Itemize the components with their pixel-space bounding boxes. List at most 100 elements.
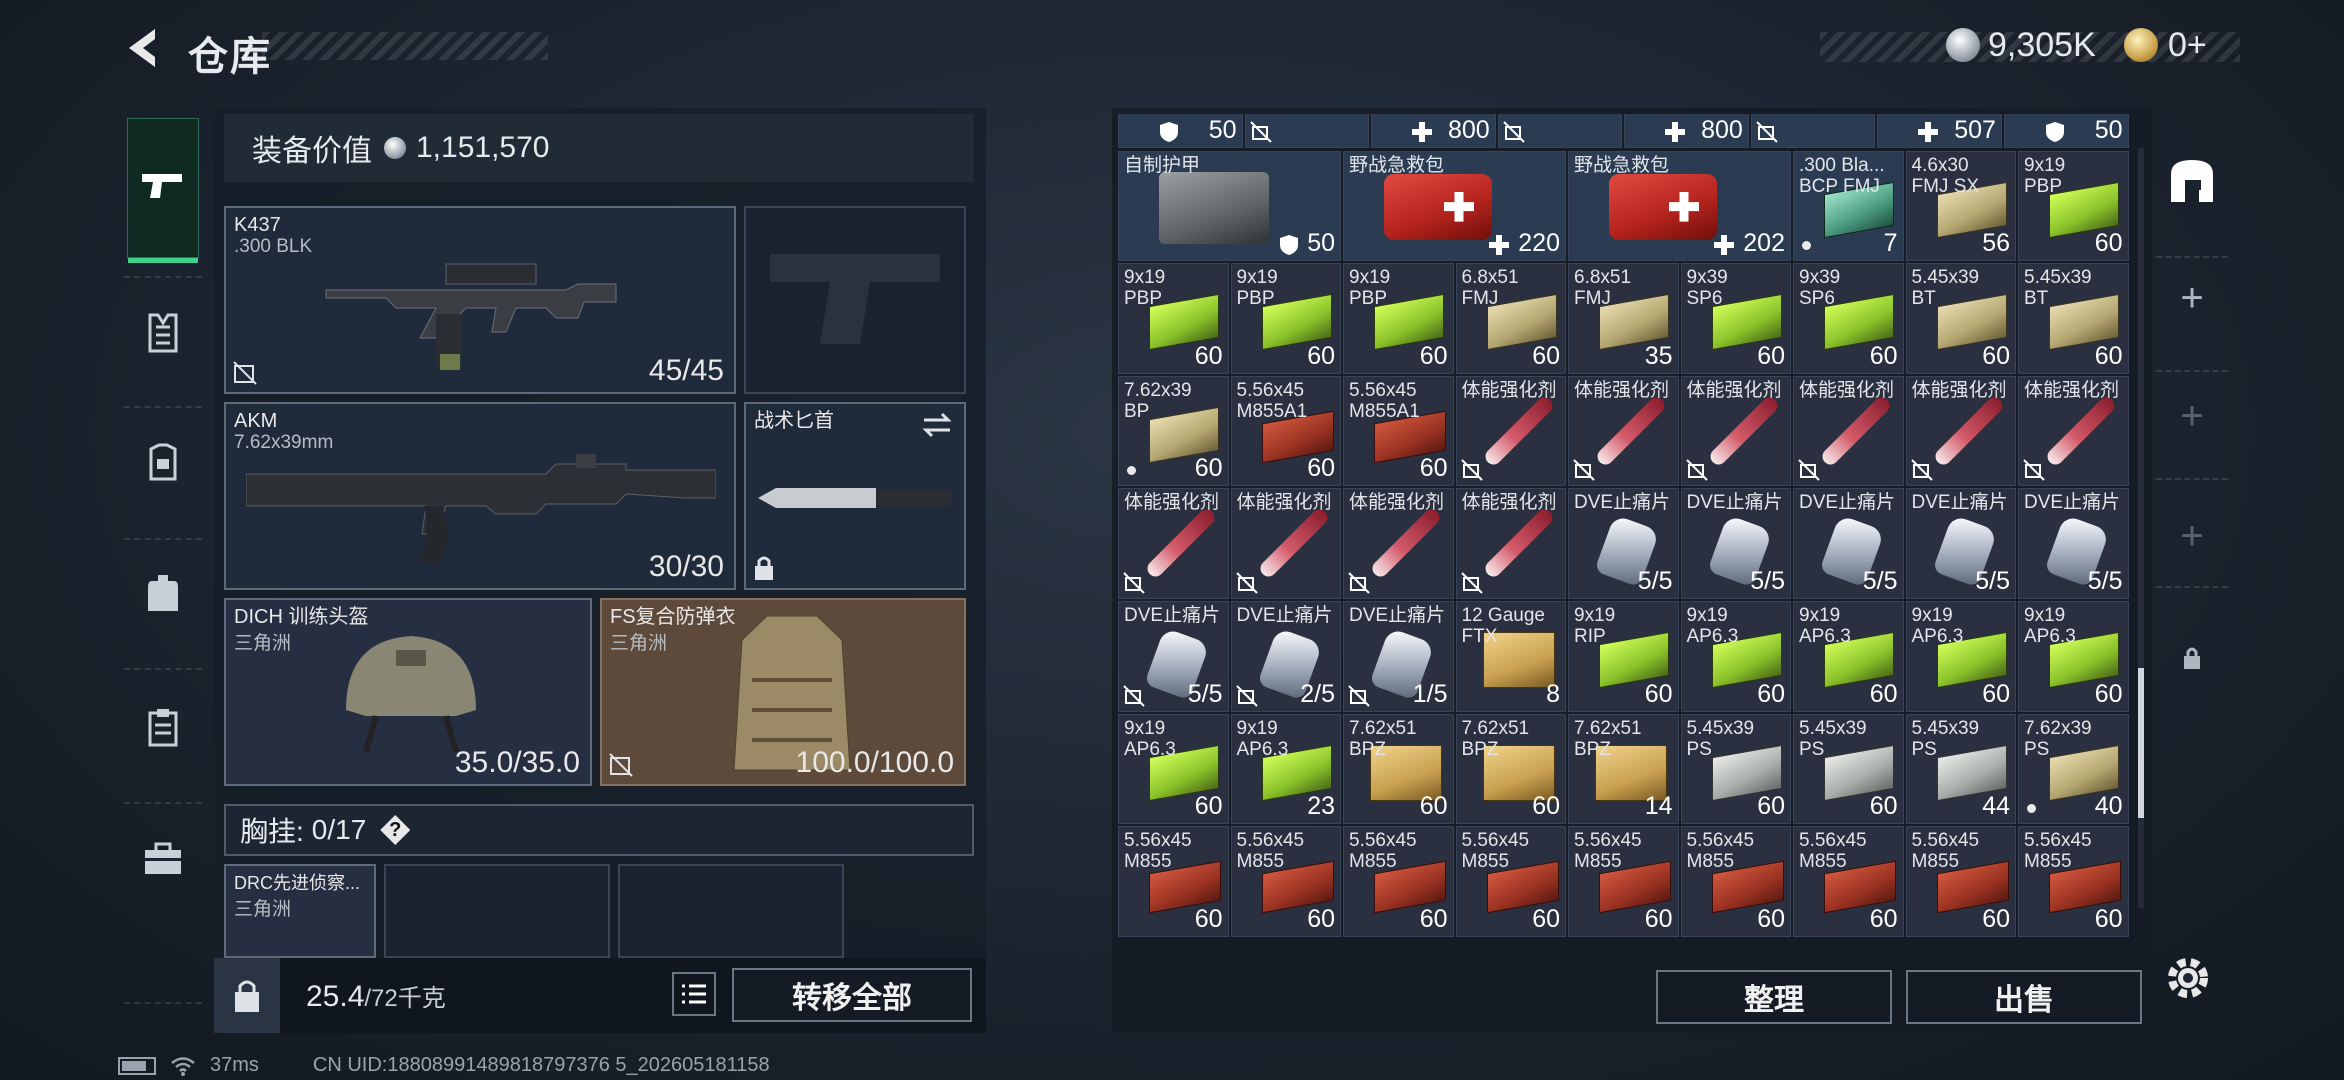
stash-item-cell[interactable]: 体能强化剂 [1455, 488, 1566, 599]
stash-tab-main[interactable] [2160, 148, 2224, 212]
stash-item-cell[interactable] [1750, 114, 1876, 148]
add-stash-tab-button[interactable]: + [2160, 384, 2224, 448]
stash-item-name: 9x19 AP6.3 [2024, 605, 2076, 647]
sell-button[interactable]: 出售 [1906, 970, 2142, 1024]
stash-item-cell[interactable]: 9x39 SP6 60 [1680, 263, 1791, 374]
stash-item-cell[interactable]: DVE止痛片 5/5 [1793, 488, 1904, 599]
stash-item-cell[interactable]: 体能强化剂 [1905, 375, 2016, 487]
stash-item-cell[interactable]: 5.56x45 M855A1 60 [1230, 375, 1341, 487]
stash-item-cell[interactable] [1244, 114, 1370, 148]
pistol-slot[interactable] [744, 206, 966, 394]
add-stash-tab-button[interactable]: + [2160, 504, 2224, 568]
secondary-weapon-slot[interactable]: AKM 7.62x39mm 30/30 [224, 402, 736, 590]
stash-item-cell[interactable]: 体能强化剂 [1455, 375, 1566, 487]
stash-item-cell[interactable]: 5.56x45 M855 60 [1793, 826, 1904, 937]
stash-item-cell[interactable]: 5.45x39 PS 60 [1793, 713, 1904, 825]
locked-stash-tab[interactable] [2160, 626, 2224, 690]
stash-item-cell[interactable]: DVE止痛片 5/5 [1118, 601, 1229, 712]
stash-item-cell[interactable]: 5.56x45 M855 60 [1455, 826, 1566, 937]
swap-icon[interactable] [920, 410, 954, 440]
stash-item-cell[interactable]: 9x19 AP6.3 60 [1118, 713, 1229, 825]
stash-item-cell[interactable]: 50 [2003, 114, 2129, 148]
stash-item-cell[interactable]: 4.6x30 FMJ SX 56 [1905, 150, 2016, 262]
stash-item-cell[interactable]: 7.62x51 BPZ 60 [1455, 713, 1566, 825]
stash-item-cell[interactable] [1497, 114, 1623, 148]
stash-item-cell[interactable]: 野战急救包 202 [1568, 150, 1791, 262]
help-icon[interactable]: ? [380, 815, 411, 845]
stash-item-cell[interactable]: 5.45x39 BT 60 [1905, 263, 2016, 374]
stash-item-cell[interactable]: 9x19 AP6.3 23 [1230, 713, 1341, 825]
nav-toolbox[interactable] [128, 824, 198, 894]
stash-item-cell[interactable]: 5.56x45 M855 60 [1230, 826, 1341, 937]
chest-rig-slot[interactable]: DRC先进侦察... 三角洲 [224, 864, 376, 958]
stash-item-cell[interactable]: 800 [1371, 114, 1496, 148]
stash-item-cell[interactable]: 9x19 AP6.3 60 [1793, 601, 1904, 712]
stash-item-cell[interactable]: 9x19 AP6.3 60 [1905, 601, 2016, 712]
stash-item-cell[interactable]: 7.62x39 PS 40 [2018, 713, 2129, 825]
stash-item-cell[interactable]: 507 [1877, 114, 2002, 148]
stash-item-cell[interactable]: 体能强化剂 [1118, 488, 1229, 599]
empty-pocket-slot[interactable] [384, 864, 610, 958]
stash-item-cell[interactable]: 体能强化剂 [1568, 375, 1679, 487]
stash-item-cell[interactable]: 9x19 RIP 60 [1568, 601, 1679, 712]
empty-pocket-slot[interactable] [618, 864, 844, 958]
primary-weapon-slot[interactable]: K437 .300 BLK 45/45 [224, 206, 736, 394]
stash-item-cell[interactable]: 体能强化剂 [1680, 375, 1791, 487]
stash-item-cell[interactable]: 5.56x45 M855 60 [1343, 826, 1454, 937]
stash-item-cell[interactable]: 体能强化剂 [1343, 488, 1454, 599]
back-button[interactable] [118, 22, 166, 74]
stash-item-cell[interactable]: 5.45x39 PS 60 [1680, 713, 1791, 825]
stash-item-cell[interactable]: 12 Gauge FTX 8 [1455, 601, 1566, 712]
stash-item-cell[interactable]: 7.62x39 BP 60 [1118, 375, 1229, 487]
stash-item-cell[interactable]: 7.62x51 BPZ 14 [1568, 713, 1679, 825]
settings-gear-icon[interactable] [2160, 950, 2216, 1006]
stash-item-cell[interactable]: 9x19 PBP 60 [2018, 150, 2129, 262]
stash-item-cell[interactable]: 50 [1118, 114, 1243, 148]
stash-item-cell[interactable]: 7.62x51 BPZ 60 [1343, 713, 1454, 825]
nav-vest[interactable] [128, 298, 198, 368]
stash-item-cell[interactable]: 自制护甲 50 [1118, 150, 1341, 262]
stash-item-cell[interactable]: 9x39 SP6 60 [1793, 263, 1904, 374]
transfer-all-button[interactable]: 转移全部 [732, 968, 972, 1022]
stash-item-cell[interactable]: 5.45x39 PS 44 [1905, 713, 2016, 825]
stash-item-cell[interactable]: 9x19 AP6.3 60 [2018, 601, 2129, 712]
nav-weapons[interactable] [127, 118, 199, 263]
stash-item-cell[interactable]: 体能强化剂 [2018, 375, 2129, 487]
stash-item-cell[interactable]: 9x19 PBP 60 [1118, 263, 1229, 374]
stash-item-cell[interactable]: 5.56x45 M855A1 60 [1343, 375, 1454, 487]
stash-item-cell[interactable]: 5.56x45 M855 60 [1680, 826, 1791, 937]
add-stash-tab-button[interactable]: + [2160, 266, 2224, 330]
stash-item-cell[interactable]: DVE止痛片 1/5 [1343, 601, 1454, 712]
stash-item-cell[interactable]: 9x19 PBP 60 [1343, 263, 1454, 374]
stash-item-cell[interactable]: DVE止痛片 5/5 [1905, 488, 2016, 599]
helmet-slot[interactable]: DICH 训练头盔 三角洲 35.0/35.0 [224, 598, 592, 786]
stash-item-cell[interactable]: 5.56x45 M855 60 [1568, 826, 1679, 937]
stash-item-cell[interactable]: 5.56x45 M855 60 [1118, 826, 1229, 937]
sort-button[interactable]: 整理 [1656, 970, 1892, 1024]
nav-armor[interactable] [128, 428, 198, 498]
stash-item-cell[interactable]: DVE止痛片 5/5 [1680, 488, 1791, 599]
knife-slot[interactable]: 战术匕首 [744, 402, 966, 590]
stash-item-cell[interactable]: 野战急救包 220 [1343, 150, 1566, 262]
list-view-button[interactable] [672, 972, 716, 1016]
stash-item-cell[interactable]: 6.8x51 FMJ 60 [1455, 263, 1566, 374]
stash-item-cell[interactable]: 5.45x39 BT 60 [2018, 263, 2129, 374]
stash-item-cell[interactable]: DVE止痛片 2/5 [1230, 601, 1341, 712]
stash-item-cell[interactable]: DVE止痛片 5/5 [1568, 488, 1679, 599]
stash-item-cell[interactable]: 6.8x51 FMJ 35 [1568, 263, 1679, 374]
stash-item-cell[interactable]: 800 [1624, 114, 1749, 148]
stash-item-cell[interactable]: 9x19 AP6.3 60 [1680, 601, 1791, 712]
stash-item-cell[interactable]: 体能强化剂 [1230, 488, 1341, 599]
stash-item-cell[interactable]: 体能强化剂 [1793, 375, 1904, 487]
stash-item-cell[interactable]: 5.56x45 M855 60 [2018, 826, 2129, 937]
weight-lock-button[interactable] [214, 958, 280, 1033]
armor-slot[interactable]: FS复合防弹衣 三角洲 100.0/100.0 [600, 598, 966, 786]
nav-clipboard[interactable] [128, 692, 198, 762]
nav-backpack[interactable] [128, 558, 198, 628]
stash-item-cell[interactable]: 9x19 PBP 60 [1230, 263, 1341, 374]
gold-currency-value[interactable]: 0+ [2168, 26, 2207, 65]
stash-item-cell[interactable]: DVE止痛片 5/5 [2018, 488, 2129, 599]
stash-item-cell[interactable]: .300 Bla... BCP FMJ 7 [1793, 150, 1904, 262]
stash-scrollbar[interactable] [2138, 148, 2144, 908]
stash-item-cell[interactable]: 5.56x45 M855 60 [1905, 826, 2016, 937]
